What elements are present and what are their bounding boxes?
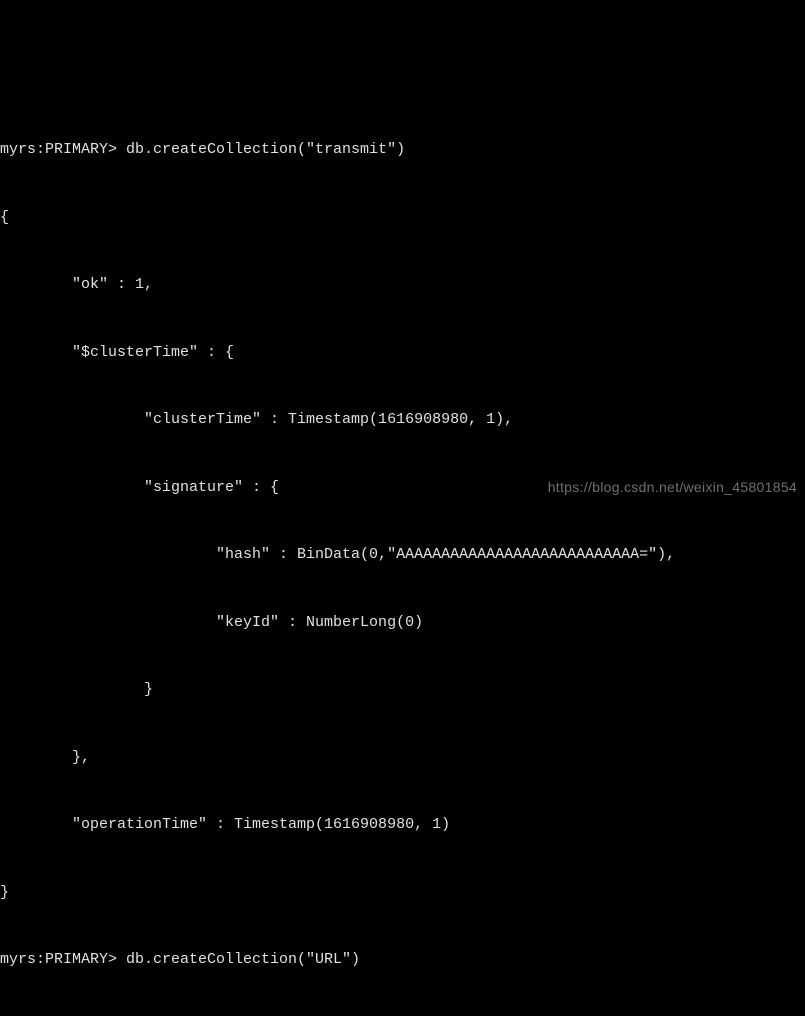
terminal-line: myrs:PRIMARY> db.createCollection("trans… — [0, 139, 805, 162]
terminal-line: } — [0, 882, 805, 905]
terminal-line: "hash" : BinData(0,"AAAAAAAAAAAAAAAAAAAA… — [0, 544, 805, 567]
terminal-line: } — [0, 679, 805, 702]
terminal-line: "ok" : 1, — [0, 274, 805, 297]
terminal-line: "clusterTime" : Timestamp(1616908980, 1)… — [0, 409, 805, 432]
watermark-text: https://blog.csdn.net/weixin_45801854 — [548, 477, 797, 498]
terminal-line: "keyId" : NumberLong(0) — [0, 612, 805, 635]
terminal-line: "operationTime" : Timestamp(1616908980, … — [0, 814, 805, 837]
terminal-output: myrs:PRIMARY> db.createCollection("trans… — [0, 94, 805, 1016]
terminal-line: "$clusterTime" : { — [0, 342, 805, 365]
terminal-line: { — [0, 207, 805, 230]
terminal-line: }, — [0, 747, 805, 770]
terminal-line: myrs:PRIMARY> db.createCollection("URL") — [0, 949, 805, 972]
